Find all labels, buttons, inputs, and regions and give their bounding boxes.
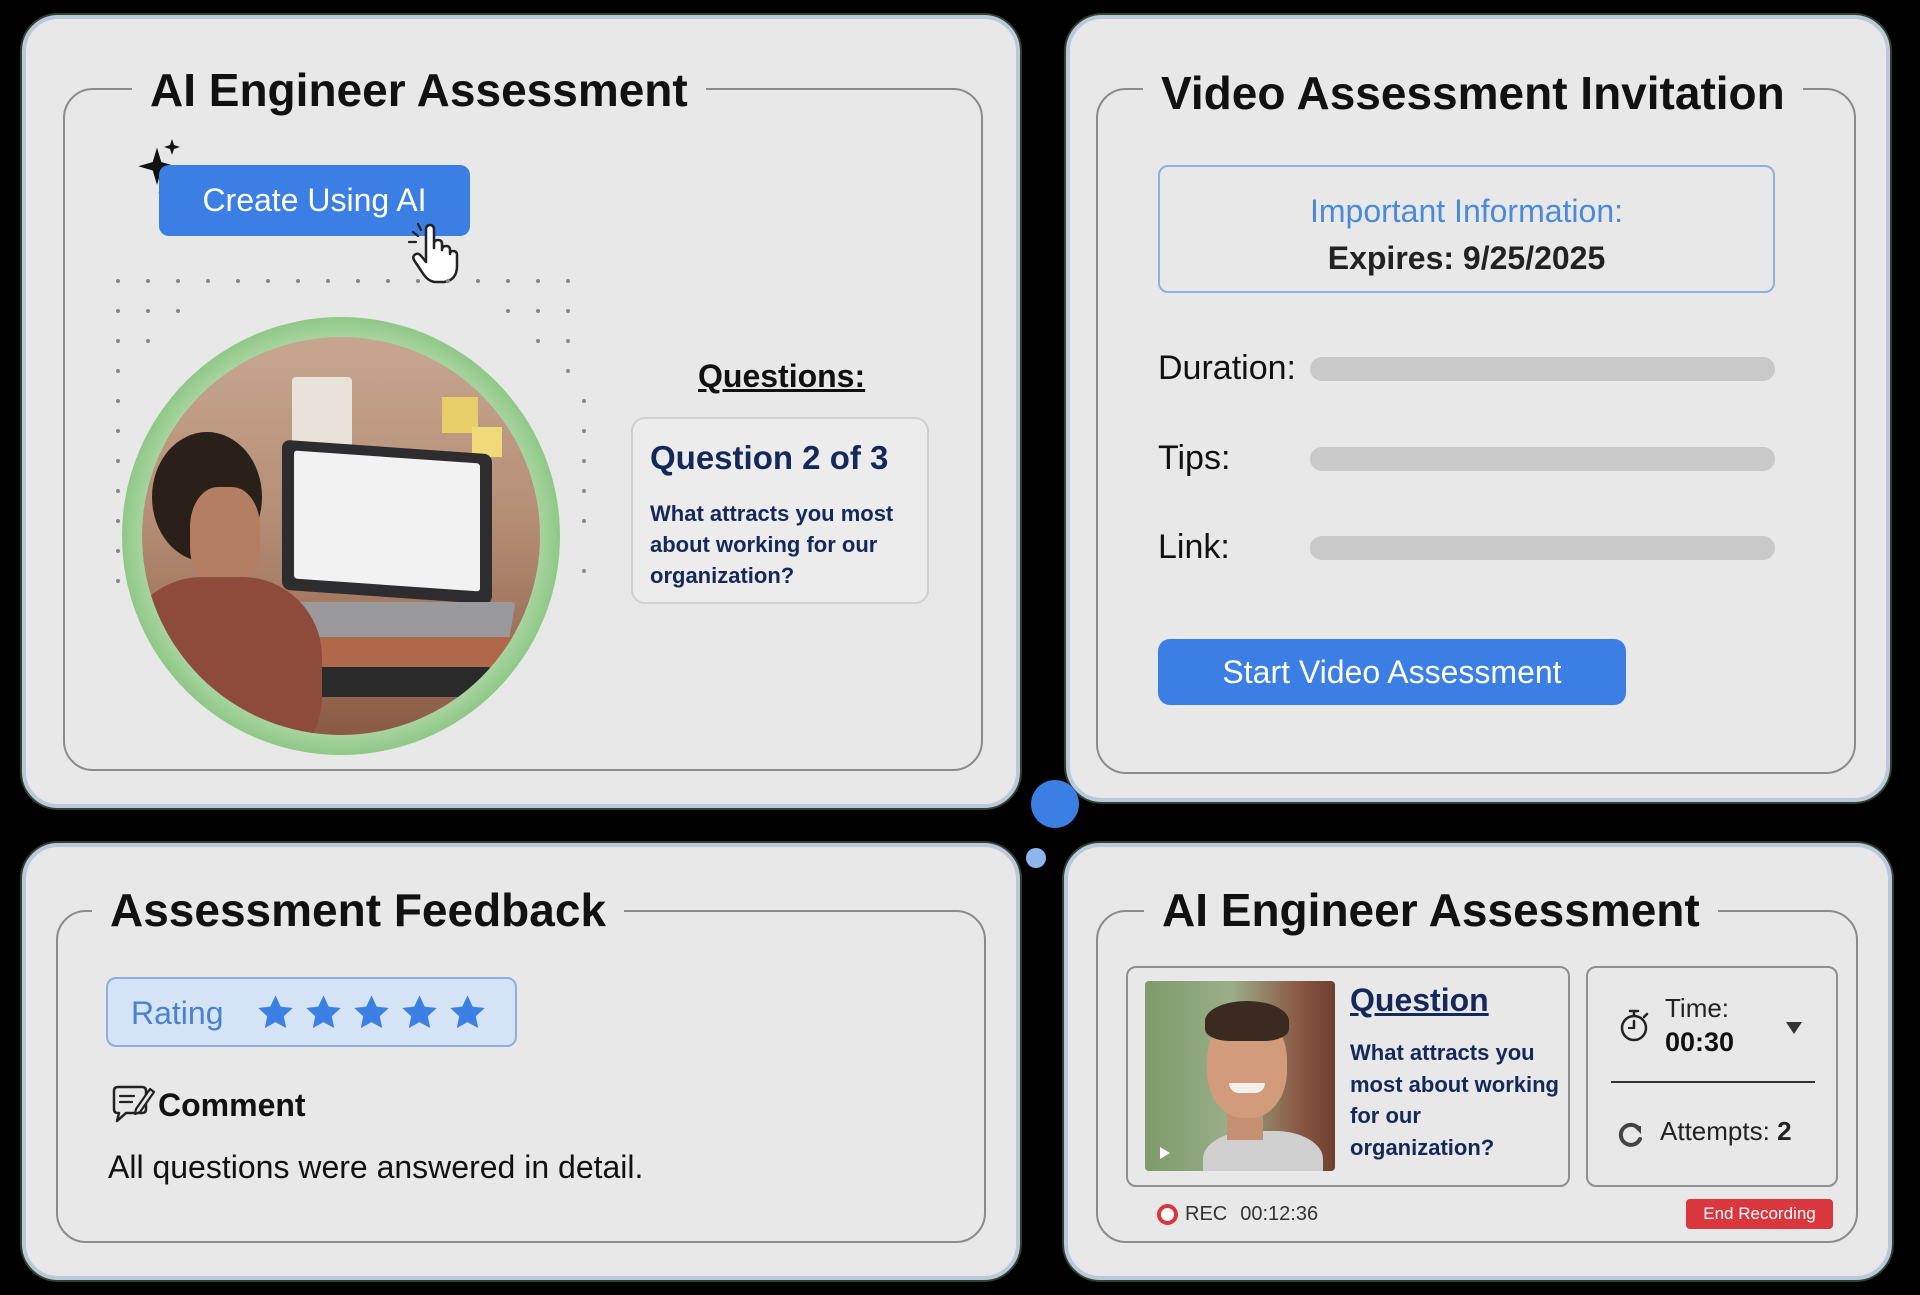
refresh-icon: [1618, 1122, 1642, 1147]
link-placeholder-bar: [1310, 536, 1775, 560]
session-stats-panel: Time: 00:30 Attempts: 2: [1586, 966, 1838, 1187]
attempts-readout: Attempts: 2: [1660, 1116, 1792, 1147]
star-icon[interactable]: [400, 993, 439, 1032]
expiration-date: Expires: 9/25/2025: [1327, 240, 1606, 276]
duration-placeholder-bar: [1310, 357, 1775, 381]
stopwatch-icon: [1620, 1009, 1649, 1042]
candidate-video-thumbnail[interactable]: [1145, 981, 1335, 1171]
start-video-assessment-button[interactable]: Start Video Assessment: [1158, 639, 1626, 705]
comment-edit-icon: [112, 1085, 156, 1123]
time-label: Time:: [1665, 993, 1730, 1023]
person-at-laptop-illustration: [122, 317, 560, 755]
assessment-feedback-title: Assessment Feedback: [92, 887, 625, 933]
rating-stars[interactable]: [256, 993, 487, 1032]
record-dot-icon: [1157, 1204, 1178, 1225]
question-counter: Question 2 of 3: [650, 439, 889, 476]
question-panel: Question What attracts you most about wo…: [1126, 966, 1570, 1187]
question-text: What attracts you most about working for…: [650, 501, 894, 588]
play-icon[interactable]: [1157, 1145, 1173, 1161]
important-information-box: Important Information: Expires: 9/25/202…: [1158, 165, 1775, 293]
chevron-down-icon[interactable]: [1784, 1020, 1804, 1036]
star-icon[interactable]: [256, 993, 295, 1032]
recording-session-card: AI Engineer Assessment Question What att…: [1064, 843, 1892, 1280]
connector-dot-large: [1031, 780, 1079, 828]
rec-label: REC: [1185, 1203, 1228, 1225]
rec-elapsed-time: 00:12:36: [1240, 1203, 1319, 1225]
recording-session-title: AI Engineer Assessment: [1144, 887, 1718, 933]
video-invitation-title: Video Assessment Invitation: [1143, 70, 1803, 116]
comment-heading: Comment: [158, 1087, 306, 1123]
duration-label: Duration:: [1158, 349, 1296, 387]
attempts-value: 2: [1777, 1116, 1792, 1146]
star-icon[interactable]: [304, 993, 343, 1032]
stats-divider: [1611, 1081, 1815, 1083]
rec-indicator: REC 00:12:36: [1157, 1203, 1318, 1226]
important-information-heading: Important Information:: [1309, 193, 1624, 229]
tips-placeholder-bar: [1310, 447, 1775, 471]
comment-text: All questions were answered in detail.: [108, 1149, 644, 1185]
question-heading: Question: [1350, 982, 1489, 1018]
assessment-builder-title: AI Engineer Assessment: [132, 67, 706, 113]
connector-dot-small: [1026, 848, 1046, 868]
tips-label: Tips:: [1158, 439, 1231, 477]
assessment-builder-card: AI Engineer Assessment Create Using AI Q…: [22, 15, 1020, 808]
star-icon[interactable]: [448, 993, 487, 1032]
rating-box: Rating: [106, 977, 517, 1047]
question-preview-card[interactable]: Question 2 of 3 What attracts you most a…: [631, 417, 929, 604]
time-value: 00:30: [1665, 1027, 1735, 1057]
star-icon[interactable]: [352, 993, 391, 1032]
video-invitation-card: Video Assessment Invitation Important In…: [1066, 15, 1890, 802]
recording-question-text: What attracts you most about working for…: [1350, 1040, 1559, 1160]
rating-label: Rating: [131, 995, 224, 1031]
questions-heading: Questions:: [698, 358, 866, 394]
link-label: Link:: [1158, 528, 1230, 566]
assessment-feedback-frame: [56, 910, 986, 1243]
attempts-label: Attempts:: [1660, 1116, 1770, 1146]
assessment-feedback-card: Assessment Feedback Rating Comment All q…: [22, 843, 1020, 1280]
end-recording-button[interactable]: End Recording: [1686, 1199, 1833, 1229]
